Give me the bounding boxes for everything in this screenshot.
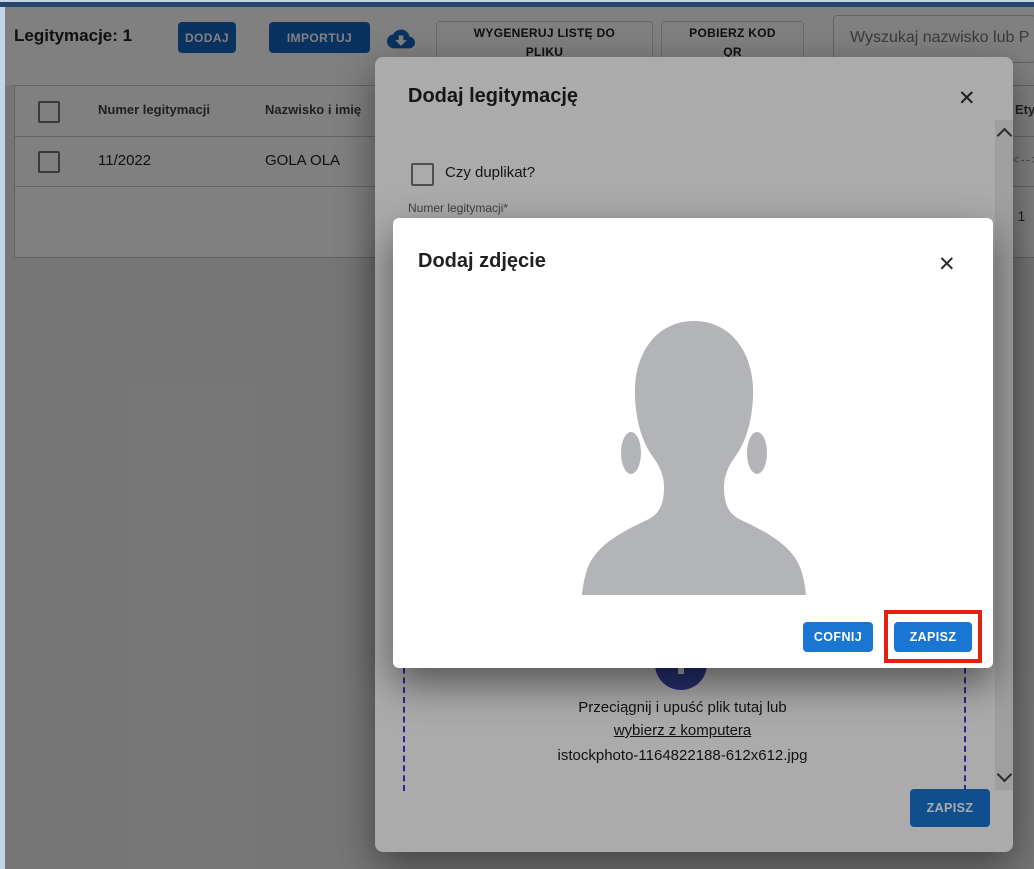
- close-icon[interactable]: ✕: [938, 254, 956, 275]
- add-photo-dialog-title: Dodaj zdjęcie: [418, 250, 546, 273]
- add-photo-dialog: Dodaj zdjęcie ✕ COFNIJ ZAPISZ: [393, 218, 993, 668]
- avatar-placeholder-icon: [571, 295, 817, 595]
- frame-top-bar: [0, 2, 1034, 7]
- frame-left-border: [0, 7, 5, 869]
- photo-preview: [571, 295, 817, 595]
- photo-save-button[interactable]: ZAPISZ: [894, 622, 972, 652]
- back-button[interactable]: COFNIJ: [803, 622, 873, 652]
